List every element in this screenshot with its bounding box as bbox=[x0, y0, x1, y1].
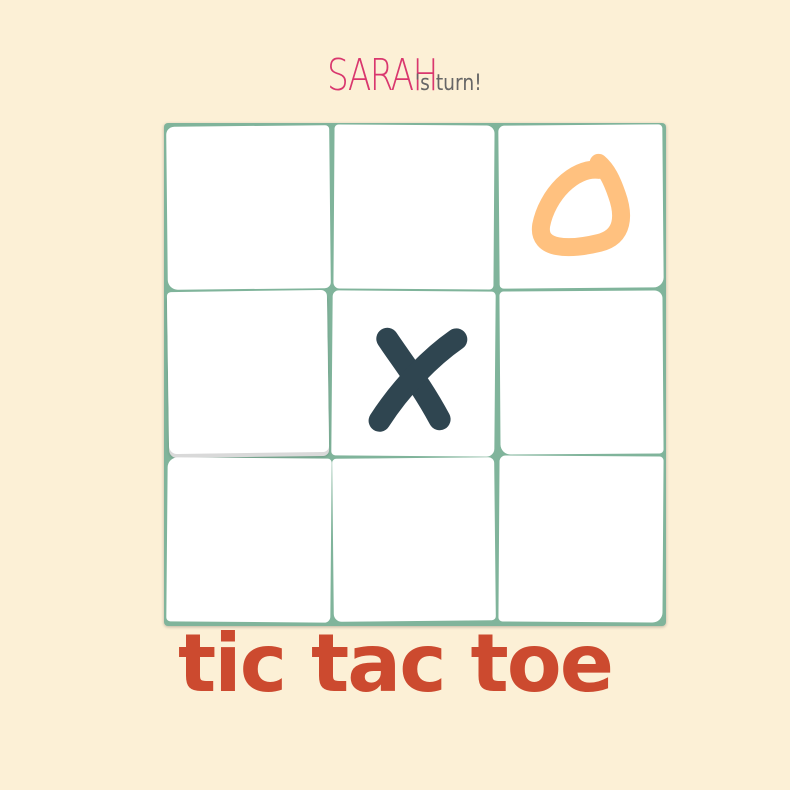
board-cell-5[interactable] bbox=[331, 290, 496, 457]
game-screen: SARAH's turn! tic tac toe bbox=[0, 0, 790, 790]
board-cell-1[interactable] bbox=[166, 125, 331, 290]
board-cell-7[interactable] bbox=[166, 457, 332, 623]
o-mark-icon bbox=[532, 153, 631, 257]
turn-indicator: SARAH's turn! bbox=[0, 50, 790, 101]
game-board bbox=[164, 123, 666, 626]
board-cell-4[interactable] bbox=[166, 289, 330, 455]
board-cell-8[interactable] bbox=[332, 457, 496, 622]
board-cell-2[interactable] bbox=[333, 124, 495, 290]
board-cell-9[interactable] bbox=[498, 455, 664, 623]
turn-suffix: 's turn! bbox=[415, 71, 482, 96]
game-title: tic tac toe bbox=[178, 617, 614, 710]
board-cell-3[interactable] bbox=[498, 124, 664, 289]
board-cell-6[interactable] bbox=[499, 290, 664, 455]
x-mark-icon bbox=[368, 327, 468, 432]
